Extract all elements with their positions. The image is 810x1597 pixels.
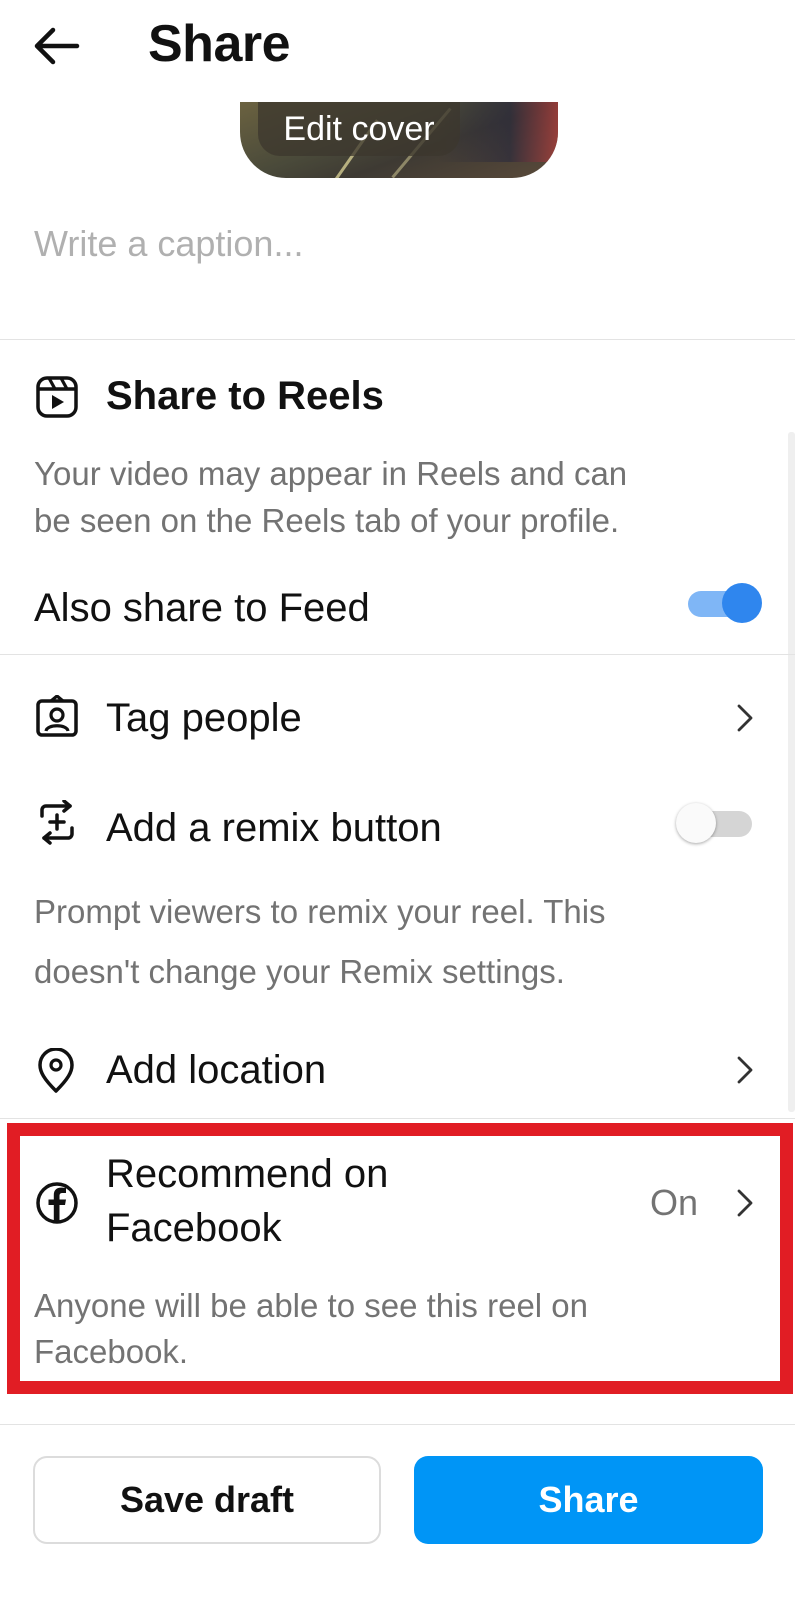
tag-people-label: Tag people: [106, 696, 302, 740]
chevron-right-icon: [730, 1050, 760, 1090]
divider: [0, 654, 795, 655]
feed-toggle[interactable]: [682, 583, 762, 623]
share-button[interactable]: Share: [414, 1456, 763, 1544]
tag-person-icon: [34, 694, 80, 740]
recommend-on-facebook-label-line1: Recommend on: [106, 1152, 389, 1196]
back-button[interactable]: [24, 18, 88, 74]
divider: [0, 339, 795, 340]
remix-description-line1: Prompt viewers to remix your reel. This: [34, 893, 606, 930]
share-to-reels-title: Share to Reels: [106, 374, 384, 418]
divider: [0, 1118, 795, 1119]
remix-description-line2: doesn't change your Remix settings.: [34, 953, 565, 990]
arrow-left-icon: [34, 27, 80, 65]
edit-cover-button[interactable]: Edit cover: [258, 102, 460, 156]
chevron-right-icon: [730, 698, 760, 738]
page-title: Share: [148, 15, 291, 73]
reels-description-line1: Your video may appear in Reels and can: [34, 455, 628, 492]
recommend-on-facebook-label-line2: Facebook: [106, 1206, 282, 1250]
save-draft-button[interactable]: Save draft: [33, 1456, 381, 1544]
chevron-right-icon: [730, 1183, 760, 1223]
scrollbar[interactable]: [788, 432, 795, 1112]
facebook-setting-value: On: [650, 1182, 699, 1223]
add-location-label: Add location: [106, 1048, 327, 1092]
add-remix-button-label: Add a remix button: [106, 806, 442, 850]
caption-input[interactable]: [34, 214, 774, 274]
also-share-to-feed-label: Also share to Feed: [34, 586, 370, 630]
remix-toggle[interactable]: [676, 803, 756, 843]
facebook-icon: [34, 1180, 80, 1226]
remix-icon: [34, 800, 80, 846]
reels-icon: [34, 374, 80, 420]
location-pin-icon: [34, 1048, 78, 1094]
divider: [0, 1424, 795, 1425]
facebook-description-line1: Anyone will be able to see this reel on: [34, 1287, 589, 1324]
reels-description-line2: be seen on the Reels tab of your profile…: [34, 502, 620, 539]
facebook-description-line2: Facebook.: [34, 1333, 189, 1370]
